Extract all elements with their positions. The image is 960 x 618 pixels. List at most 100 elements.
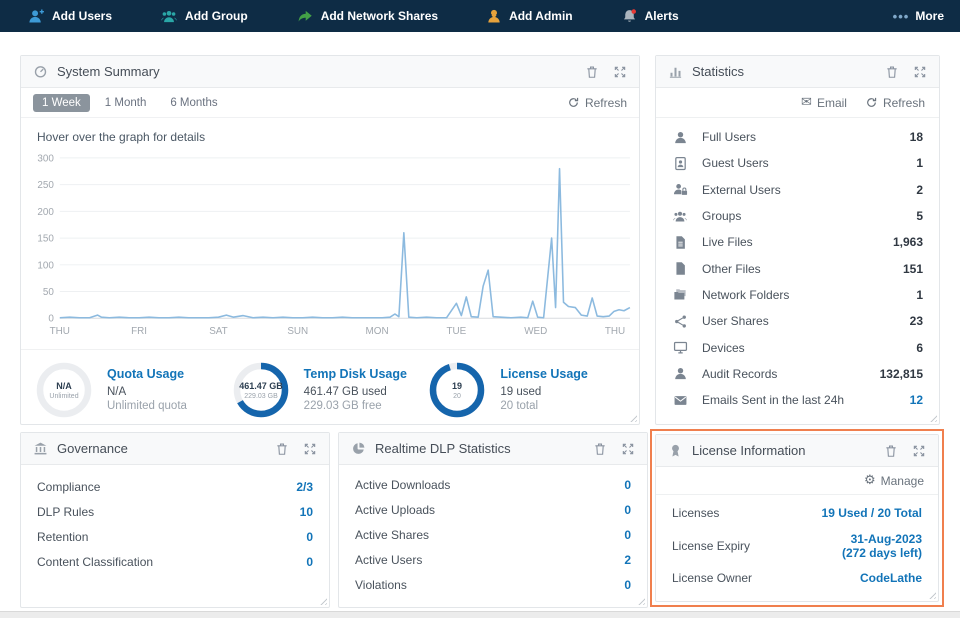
manage-label: Manage <box>881 474 924 488</box>
statistics-title: Statistics <box>692 64 876 79</box>
share-icon <box>672 314 688 329</box>
add-group-label: Add Group <box>185 9 248 23</box>
svg-text:0: 0 <box>48 314 54 325</box>
monitor-icon <box>672 340 688 355</box>
realtime-dlp-panel: Realtime DLP Statistics Active Downloads… <box>338 432 648 608</box>
more-button[interactable]: ••• More <box>893 0 944 32</box>
folders-icon <box>672 287 688 302</box>
add-network-shares-button[interactable]: Add Network Shares <box>296 8 438 25</box>
svg-text:Unlimited: Unlimited <box>49 393 78 400</box>
expand-icon[interactable] <box>621 442 635 456</box>
svg-text:N/A: N/A <box>56 381 72 391</box>
license-information-panel: License Information ⚙ Manage Licenses 19… <box>655 434 939 602</box>
user-icon <box>672 366 688 381</box>
email-button[interactable]: ✉ Email <box>801 96 847 110</box>
bank-icon <box>33 441 48 456</box>
svg-text:150: 150 <box>37 234 54 245</box>
license-usage-stat: 19 20 License Usage 19 used 20 total <box>428 361 625 419</box>
governance-row-retention: Retention 0 <box>37 525 313 550</box>
quota-donut-chart: N/A Unlimited <box>35 361 93 419</box>
license-row-licenses: Licenses 19 Used / 20 Total <box>672 501 922 526</box>
add-admin-button[interactable]: Add Admin <box>486 8 573 25</box>
quota-usage-line2: Unlimited quota <box>107 400 187 412</box>
svg-text:229.03 GB: 229.03 GB <box>244 393 278 400</box>
topbar: Add Users Add Group Add Network Shares A… <box>0 0 960 32</box>
stat-row-live-files: Live Files 1,963 <box>672 229 923 255</box>
add-users-button[interactable]: Add Users <box>28 8 112 25</box>
alerts-button[interactable]: Alerts <box>621 8 679 25</box>
manage-button[interactable]: ⚙ Manage <box>864 474 924 488</box>
svg-text:20: 20 <box>453 393 461 400</box>
activity-line-chart[interactable]: 050100150200250300THUFRISATSUNMONTUEWEDT… <box>25 150 637 344</box>
license-donut-chart: 19 20 <box>428 361 486 419</box>
governance-row-content-classification: Content Classification 0 <box>37 549 313 574</box>
temp-disk-usage-stat: 461.47 GB 229.03 GB Temp Disk Usage 461.… <box>232 361 429 419</box>
expand-icon[interactable] <box>303 442 317 456</box>
email-label: Email <box>817 96 847 110</box>
license-badge-icon <box>668 443 683 458</box>
system-summary-title: System Summary <box>57 64 576 79</box>
expand-icon[interactable] <box>912 444 926 458</box>
id-badge-icon <box>672 156 688 171</box>
stat-row-external-users: External Users 2 <box>672 177 923 203</box>
refresh-icon <box>567 96 580 109</box>
dlp-row-active-users: Active Users 2 <box>355 547 631 572</box>
svg-text:200: 200 <box>37 207 54 218</box>
alerts-label: Alerts <box>645 9 679 23</box>
svg-text:SUN: SUN <box>287 326 308 337</box>
quota-usage-title[interactable]: Quota Usage <box>107 367 187 381</box>
dlp-row-active-downloads: Active Downloads 0 <box>355 473 631 498</box>
tab-1-week[interactable]: 1 Week <box>33 94 90 112</box>
bell-icon <box>621 8 638 25</box>
temp-disk-usage-title[interactable]: Temp Disk Usage <box>304 367 407 381</box>
svg-text:THU: THU <box>605 326 625 337</box>
stat-row-emails-sent: Emails Sent in the last 24h 12 <box>672 387 923 413</box>
user-group-icon <box>160 8 178 25</box>
license-usage-title[interactable]: License Usage <box>500 367 588 381</box>
add-group-button[interactable]: Add Group <box>160 8 248 25</box>
svg-text:100: 100 <box>37 260 54 271</box>
share-arrow-icon <box>296 8 314 25</box>
expand-icon[interactable] <box>613 65 627 79</box>
stat-row-groups: Groups 5 <box>672 203 923 229</box>
trash-icon[interactable] <box>585 65 599 79</box>
user-group-icon <box>672 209 688 224</box>
statistics-panel: Statistics ✉ Email Refresh Full Users 18 <box>655 55 940 425</box>
governance-list: Compliance 2/3 DLP Rules 10 Retention 0 … <box>21 465 329 607</box>
svg-text:FRI: FRI <box>131 326 147 337</box>
summary-chart-area: Hover over the graph for details 0501001… <box>21 118 639 349</box>
realtime-dlp-header: Realtime DLP Statistics <box>339 433 647 465</box>
bottom-scrollbar[interactable] <box>0 611 960 618</box>
pie-chart-icon <box>351 441 366 456</box>
trash-icon[interactable] <box>884 444 898 458</box>
stat-row-full-users: Full Users 18 <box>672 124 923 150</box>
ellipsis-icon: ••• <box>893 9 910 24</box>
license-title: License Information <box>692 443 875 458</box>
envelope-icon <box>672 393 688 408</box>
statistics-refresh-button[interactable]: Refresh <box>865 96 925 110</box>
summary-donut-row: N/A Unlimited Quota Usage N/A Unlimited … <box>21 349 639 429</box>
trash-icon[interactable] <box>275 442 289 456</box>
license-row-owner: License Owner CodeLathe <box>672 566 922 591</box>
user-icon <box>672 130 688 145</box>
governance-row-compliance: Compliance 2/3 <box>37 475 313 500</box>
license-list: Licenses 19 Used / 20 Total License Expi… <box>656 495 938 601</box>
svg-text:461.47 GB: 461.47 GB <box>239 381 283 391</box>
system-summary-header: System Summary <box>21 56 639 88</box>
svg-text:WED: WED <box>524 326 547 337</box>
tab-6-months[interactable]: 6 Months <box>161 94 226 112</box>
summary-refresh-button[interactable]: Refresh <box>567 96 627 110</box>
stat-row-other-files: Other Files 151 <box>672 255 923 281</box>
expand-icon[interactable] <box>913 65 927 79</box>
tab-1-month[interactable]: 1 Month <box>96 94 156 112</box>
user-lock-icon <box>672 182 688 197</box>
trash-icon[interactable] <box>885 65 899 79</box>
quota-usage-stat: N/A Unlimited Quota Usage N/A Unlimited … <box>35 361 232 419</box>
license-toolbar: ⚙ Manage <box>656 467 938 495</box>
stat-row-audit-records: Audit Records 132,815 <box>672 361 923 387</box>
trash-icon[interactable] <box>593 442 607 456</box>
dlp-row-active-uploads: Active Uploads 0 <box>355 498 631 523</box>
temp-disk-donut-chart: 461.47 GB 229.03 GB <box>232 361 290 419</box>
statistics-list: Full Users 18 Guest Users 1 External Use… <box>656 118 939 424</box>
statistics-toolbar: ✉ Email Refresh <box>656 88 939 118</box>
